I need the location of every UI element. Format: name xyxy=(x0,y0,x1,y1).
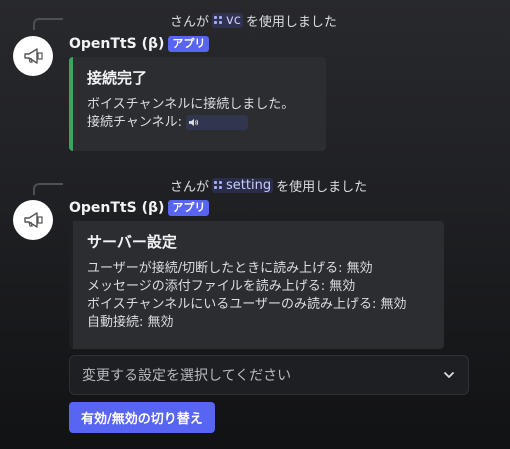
channel-label: 接続チャンネル: xyxy=(87,115,187,130)
reply-connector xyxy=(33,18,63,30)
command-usage-line: さんが setting を使用しました xyxy=(170,176,367,195)
command-name: vc xyxy=(226,13,241,28)
command-suffix: を使用しました xyxy=(245,15,337,30)
message-header: OpenTtS (β) アプリ xyxy=(69,36,210,52)
chevron-down-icon xyxy=(444,372,454,378)
toggle-enable-button[interactable]: 有効/無効の切り替え xyxy=(69,402,215,433)
embed-connected: 接続完了 ボイスチャンネルに接続しました。 接続チャンネル: xyxy=(69,57,326,151)
speaker-icon xyxy=(189,118,199,127)
megaphone-icon xyxy=(24,48,43,64)
setting-line: 自動接続: 無効 xyxy=(87,315,174,330)
slash-command-icon xyxy=(214,16,223,25)
setting-line: ユーザーが接続/切断したときに読み上げる: 無効 xyxy=(87,261,373,276)
app-tag: アプリ xyxy=(168,36,210,52)
embed-line: ボイスチャンネルに接続しました。 xyxy=(87,97,295,112)
command-suffix: を使用しました xyxy=(276,180,368,195)
settings-select-menu[interactable]: 変更する設定を選択してください xyxy=(69,355,469,395)
megaphone-icon xyxy=(24,212,43,228)
avatar[interactable] xyxy=(13,200,53,240)
embed-server-settings: サーバー設定 ユーザーが接続/切断したときに読み上げる: 無効 メッセージの添付… xyxy=(69,221,444,349)
command-name: setting xyxy=(226,178,272,193)
command-mention-vc[interactable]: vc xyxy=(212,13,243,28)
username[interactable]: OpenTtS (β) xyxy=(69,36,164,52)
command-mention-setting[interactable]: setting xyxy=(212,178,274,193)
setting-line: ボイスチャンネルにいるユーザーのみ読み上げる: 無効 xyxy=(87,297,407,312)
app-tag: アプリ xyxy=(168,200,210,216)
setting-line: メッセージの添付ファイルを読み上げる: 無効 xyxy=(87,279,356,294)
command-prefix: さんが xyxy=(170,15,210,30)
channel-mention[interactable] xyxy=(186,115,249,130)
command-prefix: さんが xyxy=(170,180,210,195)
username[interactable]: OpenTtS (β) xyxy=(69,200,164,216)
avatar[interactable] xyxy=(13,36,53,76)
reply-connector xyxy=(33,183,63,195)
slash-command-icon xyxy=(214,181,223,190)
select-placeholder: 変更する設定を選択してください xyxy=(82,368,292,384)
message-header: OpenTtS (β) アプリ xyxy=(69,200,210,216)
embed-line-channel: 接続チャンネル: xyxy=(87,114,314,132)
embed-title: 接続完了 xyxy=(87,69,148,87)
command-usage-line: さんが vc を使用しました xyxy=(170,11,337,30)
embed-title: サーバー設定 xyxy=(87,233,177,251)
